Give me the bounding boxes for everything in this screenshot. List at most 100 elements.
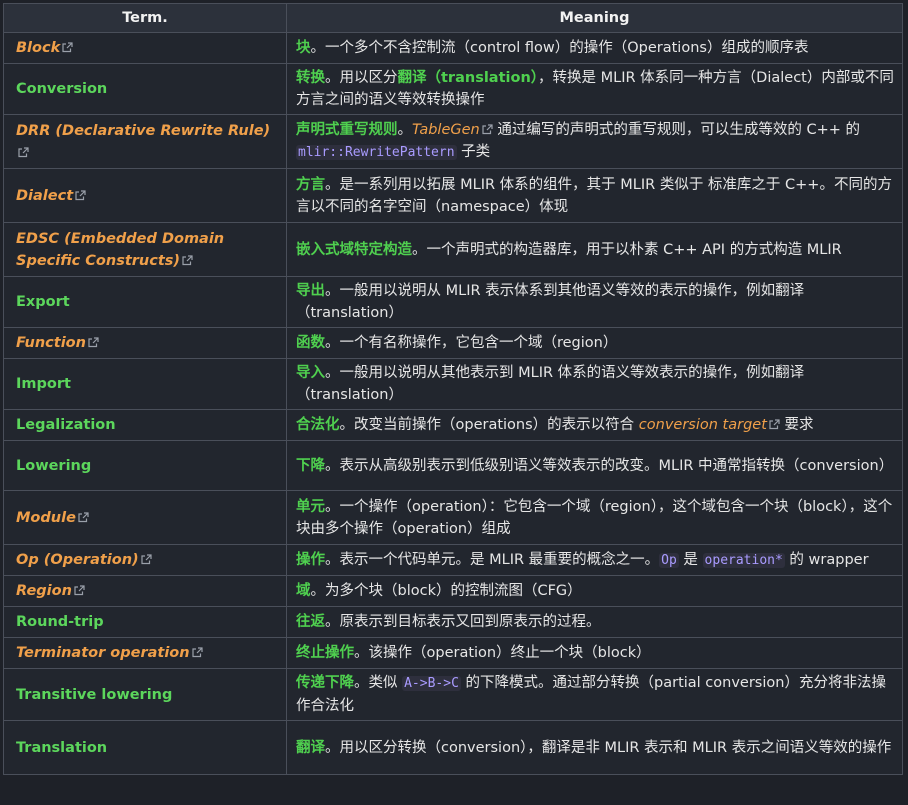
header-meaning: Meaning xyxy=(286,3,903,33)
meaning-text: 。该操作（operation）终止一个块（block） xyxy=(354,645,651,661)
table-row: Module 单元。一个操作（operation）：它包含一个域（region），… xyxy=(3,490,903,545)
meaning-text: 。表示一个代码单元。是 MLIR 最重要的概念之一。 xyxy=(325,551,660,568)
table-row: Terminator operation 终止操作。该操作（operation）终… xyxy=(3,637,903,669)
highlighted-term: 域 xyxy=(296,583,311,599)
inline-link[interactable]: TableGen xyxy=(412,122,480,138)
meaning-text: 。为多个块（block）的控制流图（CFG） xyxy=(310,583,582,599)
term-label: Import xyxy=(16,376,71,392)
table-row: Translation 翻译。用以区分转换（conversion），翻译是非 ML… xyxy=(3,720,903,775)
highlighted-term: 单元 xyxy=(296,498,325,515)
meaning-cell: 终止操作。该操作（operation）终止一个块（block） xyxy=(286,637,903,669)
inline-code: Op xyxy=(659,552,679,568)
meaning-cell: 声明式重写规则。TableGen 通过编写的声明式的重写规则，可以生成等效的 C… xyxy=(286,114,903,169)
meaning-text: 。一个操作（operation）：它包含一个域（region），这个域包含一个块… xyxy=(296,498,893,537)
table-row: Op (Operation) 操作。表示一个代码单元。是 MLIR 最重要的概念之… xyxy=(3,544,903,576)
meaning-cell: 域。为多个块（block）的控制流图（CFG） xyxy=(286,575,903,607)
external-link-icon[interactable] xyxy=(141,554,152,565)
highlighted-term: 合法化 xyxy=(296,417,340,433)
external-link-icon[interactable] xyxy=(75,189,86,201)
meaning-cell: 往返。原表示到目标表示又回到原表示的过程。 xyxy=(286,606,903,638)
term-label: Translation xyxy=(16,739,108,756)
glossary: Term. Meaning Block 块。一个多个不含控制流（control f… xyxy=(3,3,903,802)
table-row: Block 块。一个多个不含控制流（control flow）的操作（Operat… xyxy=(3,32,903,64)
meaning-cell: 导入。一般用以说明从其他表示到 MLIR 体系的语义等效表示的操作，例如翻译（t… xyxy=(286,358,903,410)
term-label: Transitive lowering xyxy=(16,686,173,703)
term-link[interactable]: Region xyxy=(16,583,72,599)
external-link-icon[interactable] xyxy=(88,337,99,348)
term-label: Export xyxy=(16,294,70,310)
term-link[interactable]: Op (Operation) xyxy=(16,552,139,568)
meaning-cell: 函数。一个有名称操作，它包含一个域（region） xyxy=(286,327,903,359)
highlighted-term: 下降 xyxy=(296,457,325,474)
term-cell: Conversion xyxy=(3,63,287,115)
external-link-icon[interactable] xyxy=(18,146,29,158)
meaning-text: 。类似 xyxy=(354,675,403,691)
term-link[interactable]: Block xyxy=(16,40,60,56)
meaning-text: 。一个声明式的构造器库，用于以朴素 C++ API 的方式构造 MLIR xyxy=(412,241,842,258)
term-cell: DRR (Declarative Rewrite Rule) xyxy=(3,114,287,169)
inline-code: operation* xyxy=(702,552,785,568)
meaning-cell: 操作。表示一个代码单元。是 MLIR 最重要的概念之一。 Op 是 operati… xyxy=(286,544,903,576)
meaning-text: 的 wrapper xyxy=(784,551,869,568)
meaning-text: 是 xyxy=(678,551,703,568)
inline-code: A->B->C xyxy=(402,676,461,691)
table-row: Function 函数。一个有名称操作，它包含一个域（region） xyxy=(3,327,903,359)
meaning-text: 。表示从高级别表示到低级别语义等效表示的改变。MLIR 中通常指转换（conve… xyxy=(325,457,894,474)
highlighted-term: 操作 xyxy=(296,551,325,568)
table-row: Dialect 方言。是一系列用以拓展 MLIR 体系的组件，其于 MLIR 类似… xyxy=(3,168,903,223)
header-row: Term. Meaning xyxy=(3,3,903,33)
term-label: Conversion xyxy=(16,81,108,97)
header-term: Term. xyxy=(3,3,287,33)
term-label: Legalization xyxy=(16,417,116,433)
meaning-cell: 方言。是一系列用以拓展 MLIR 体系的组件，其于 MLIR 类似于 标准库之于… xyxy=(286,168,903,223)
highlighted-term: 块 xyxy=(296,40,311,56)
table-row: Region 域。为多个块（block）的控制流图（CFG） xyxy=(3,575,903,607)
external-link-icon[interactable] xyxy=(182,254,193,266)
table-row: EDSC (Embedded Domain Specific Construct… xyxy=(3,222,903,277)
term-link[interactable]: Module xyxy=(16,510,76,526)
highlighted-term: 翻译（translation） xyxy=(397,70,539,86)
table-row: Export 导出。一般用以说明从 MLIR 表示体系到其他语义等效的表示的操作，… xyxy=(3,276,903,328)
meaning-text: 通过编写的声明式的重写规则，可以生成等效的 C++ 的 xyxy=(492,122,860,138)
meaning-cell: 下降。表示从高级别表示到低级别语义等效表示的改变。MLIR 中通常指转换（con… xyxy=(286,440,903,491)
meaning-cell: 转换。用以区分翻译（translation），转换是 MLIR 体系同一种方言（… xyxy=(286,63,903,115)
meaning-text: 。是一系列用以拓展 MLIR 体系的组件，其于 MLIR 类似于 标准库之于 C… xyxy=(296,176,892,215)
term-link[interactable]: Dialect xyxy=(16,188,73,204)
term-cell: Round-trip xyxy=(3,606,287,638)
term-cell: Function xyxy=(3,327,287,359)
term-cell: Translation xyxy=(3,720,287,775)
external-link-icon[interactable] xyxy=(78,511,89,523)
term-label: Lowering xyxy=(16,457,92,474)
highlighted-term: 导出 xyxy=(296,283,325,299)
meaning-cell: 导出。一般用以说明从 MLIR 表示体系到其他语义等效的表示的操作，例如翻译（t… xyxy=(286,276,903,328)
external-link-icon[interactable] xyxy=(191,647,203,658)
term-cell: Block xyxy=(3,32,287,64)
term-link[interactable]: Function xyxy=(16,335,86,351)
highlighted-term: 声明式重写规则 xyxy=(296,122,398,138)
term-link[interactable]: Terminator operation xyxy=(16,645,190,661)
highlighted-term: 嵌入式域特定构造 xyxy=(296,241,412,258)
external-link-icon[interactable] xyxy=(74,585,85,596)
term-cell: Op (Operation) xyxy=(3,544,287,576)
term-link[interactable]: DRR (Declarative Rewrite Rule) xyxy=(16,123,270,139)
meaning-text: 。用以区分 xyxy=(325,70,398,86)
highlighted-term: 往返 xyxy=(296,614,325,630)
meaning-text: 。一个有名称操作，它包含一个域（region） xyxy=(325,335,618,351)
inline-link[interactable]: conversion target xyxy=(639,417,767,433)
term-cell: Lowering xyxy=(3,440,287,491)
table-row: Import 导入。一般用以说明从其他表示到 MLIR 体系的语义等效表示的操作，… xyxy=(3,358,903,410)
glossary-table: Term. Meaning Block 块。一个多个不含控制流（control f… xyxy=(3,3,903,775)
table-row: Round-trip 往返。原表示到目标表示又回到原表示的过程。 xyxy=(3,606,903,638)
external-link-icon[interactable] xyxy=(482,124,493,135)
meaning-text: 。一般用以说明从其他表示到 MLIR 体系的语义等效表示的操作，例如翻译（tra… xyxy=(296,365,805,403)
meaning-text: 。改变当前操作（operations）的表示以符合 xyxy=(339,417,639,433)
external-link-icon[interactable] xyxy=(769,419,780,430)
external-link-icon[interactable] xyxy=(62,42,73,53)
meaning-text: 。一般用以说明从 MLIR 表示体系到其他语义等效的表示的操作，例如翻译（tra… xyxy=(296,283,805,321)
meaning-text: 子类 xyxy=(456,144,491,160)
term-cell: Import xyxy=(3,358,287,410)
inline-code: mlir::RewritePattern xyxy=(296,145,457,160)
meaning-cell: 单元。一个操作（operation）：它包含一个域（region），这个域包含一… xyxy=(286,490,903,545)
term-cell: Dialect xyxy=(3,168,287,223)
highlighted-term: 函数 xyxy=(296,335,325,351)
